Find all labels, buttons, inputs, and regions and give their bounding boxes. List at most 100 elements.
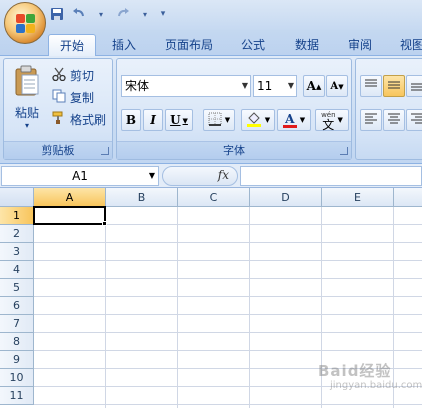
tab-data[interactable]: 数据 — [286, 34, 328, 56]
chevron-down-icon: ▼ — [182, 115, 188, 125]
row-header-6[interactable]: 6 — [0, 297, 34, 315]
ribbon: 粘贴 ▾ 剪切 复制 格式刷 剪贴板 宋体 ▼ 11 ▼ A ▲ A ▼ B I… — [0, 56, 422, 164]
clipboard-group: 粘贴 ▾ 剪切 复制 格式刷 剪贴板 — [3, 58, 113, 160]
font-group-label: 字体 — [117, 141, 351, 159]
watermark-subtext: jingyan.baidu.com — [330, 380, 422, 391]
column-header-f[interactable] — [394, 188, 422, 207]
phonetic-guide-button[interactable]: wén 文 ▼ — [315, 109, 349, 131]
formula-bar: A1 ▼ fx — [0, 164, 422, 188]
row-header-2[interactable]: 2 — [0, 225, 34, 243]
save-icon[interactable] — [48, 5, 66, 23]
redo-icon[interactable] — [114, 5, 132, 23]
copy-icon — [52, 89, 66, 106]
chevron-down-icon: ▼ — [299, 116, 306, 124]
tab-view[interactable]: 视图 — [392, 34, 422, 56]
quick-access-toolbar: ▾ ▾ ▾ — [48, 4, 168, 24]
underline-button[interactable]: U ▼ — [165, 109, 193, 131]
font-group: 宋体 ▼ 11 ▼ A ▲ A ▼ B I U ▼ ▼ ▼ A ▼ wén 文 … — [116, 58, 352, 160]
shrink-arrow-icon: ▼ — [338, 81, 344, 91]
row-header-11[interactable]: 11 — [0, 387, 34, 405]
active-cell[interactable] — [33, 206, 106, 225]
function-area: fx — [162, 166, 238, 186]
column-header-e[interactable]: E — [322, 188, 394, 207]
chevron-down-icon[interactable]: ▾ — [136, 5, 154, 23]
align-right-icon — [410, 113, 422, 128]
row-header-9[interactable]: 9 — [0, 351, 34, 369]
row-header-1[interactable]: 1 — [0, 207, 34, 225]
align-left-icon — [364, 113, 378, 128]
copy-button[interactable]: 复制 — [52, 87, 94, 107]
borders-button[interactable]: ▼ — [203, 109, 235, 131]
title-bar: ▾ ▾ ▾ — [0, 0, 422, 30]
scissors-icon — [52, 67, 66, 84]
format-painter-button[interactable]: 格式刷 — [52, 109, 106, 129]
align-middle-icon — [387, 79, 401, 94]
italic-button[interactable]: I — [143, 109, 163, 131]
name-box-value: A1 — [72, 169, 88, 183]
grow-font-button[interactable]: A ▲ — [303, 75, 325, 97]
column-header-b[interactable]: B — [106, 188, 178, 207]
cut-button[interactable]: 剪切 — [52, 65, 94, 85]
tab-insert[interactable]: 插入 — [104, 34, 144, 56]
row-header-7[interactable]: 7 — [0, 315, 34, 333]
column-header-d[interactable]: D — [250, 188, 322, 207]
font-size-value: 11 — [257, 79, 273, 93]
column-header-c[interactable]: C — [178, 188, 250, 207]
cut-label: 剪切 — [70, 68, 95, 83]
customize-qat-icon[interactable]: ▾ — [158, 5, 168, 23]
chevron-down-icon: ▼ — [241, 81, 248, 90]
ribbon-tabs: 开始 插入 页面布局 公式 数据 审阅 视图 — [0, 30, 422, 57]
row-header-5[interactable]: 5 — [0, 279, 34, 297]
paste-button[interactable]: 粘贴 ▾ — [10, 65, 44, 135]
clipboard-group-label: 剪贴板 — [4, 141, 112, 159]
row-header-10[interactable]: 10 — [0, 369, 34, 387]
chevron-down-icon: ▼ — [264, 116, 271, 124]
row-header-8[interactable]: 8 — [0, 333, 34, 351]
align-middle-button[interactable] — [383, 75, 405, 97]
row-header-4[interactable]: 4 — [0, 261, 34, 279]
fill-bucket-icon — [246, 111, 262, 130]
select-all-button[interactable] — [0, 188, 34, 207]
bold-button[interactable]: B — [121, 109, 141, 131]
grow-arrow-icon: ▲ — [315, 81, 322, 91]
align-bottom-button[interactable] — [406, 75, 422, 97]
tab-formulas[interactable]: 公式 — [232, 34, 274, 56]
row-header-3[interactable]: 3 — [0, 243, 34, 261]
fill-color-button[interactable]: ▼ — [241, 109, 275, 131]
alignment-group — [355, 58, 422, 160]
copy-label: 复制 — [70, 90, 95, 105]
undo-icon[interactable] — [70, 5, 88, 23]
font-size-combo[interactable]: 11 ▼ — [253, 75, 297, 97]
phonetic-icon: wén 文 — [321, 110, 335, 132]
fill-handle[interactable] — [102, 221, 107, 226]
dialog-launcher-icon[interactable] — [340, 147, 348, 155]
font-color-label: A — [285, 111, 295, 126]
font-color-icon: A — [282, 111, 297, 128]
align-top-button[interactable] — [360, 75, 382, 97]
font-name-combo[interactable]: 宋体 ▼ — [121, 75, 251, 97]
align-left-button[interactable] — [360, 109, 382, 131]
tab-page-layout[interactable]: 页面布局 — [158, 34, 220, 56]
formula-input[interactable] — [240, 166, 422, 186]
insert-function-button[interactable]: fx — [218, 168, 229, 182]
chevron-down-icon[interactable]: ▼ — [149, 167, 155, 185]
office-button[interactable] — [4, 2, 46, 44]
font-color-button[interactable]: A ▼ — [277, 109, 311, 131]
name-box[interactable]: A1 ▼ — [1, 166, 159, 186]
paste-icon — [13, 65, 41, 100]
tab-review[interactable]: 审阅 — [340, 34, 380, 56]
format-painter-label: 格式刷 — [70, 112, 107, 127]
phonetic-label: 文 — [322, 118, 335, 132]
column-header-a[interactable]: A — [34, 188, 106, 207]
shrink-font-button[interactable]: A ▼ — [326, 75, 348, 97]
align-bottom-icon — [410, 79, 422, 94]
dialog-launcher-icon[interactable] — [101, 147, 109, 155]
watermark: Baid经验 — [318, 362, 392, 380]
chevron-down-icon[interactable]: ▾ — [92, 5, 110, 23]
align-right-button[interactable] — [406, 109, 422, 131]
align-center-button[interactable] — [383, 109, 405, 131]
tab-home[interactable]: 开始 — [48, 34, 96, 57]
align-top-icon — [364, 79, 378, 94]
paintbrush-icon — [52, 111, 66, 128]
shrink-font-label: A — [330, 80, 339, 92]
